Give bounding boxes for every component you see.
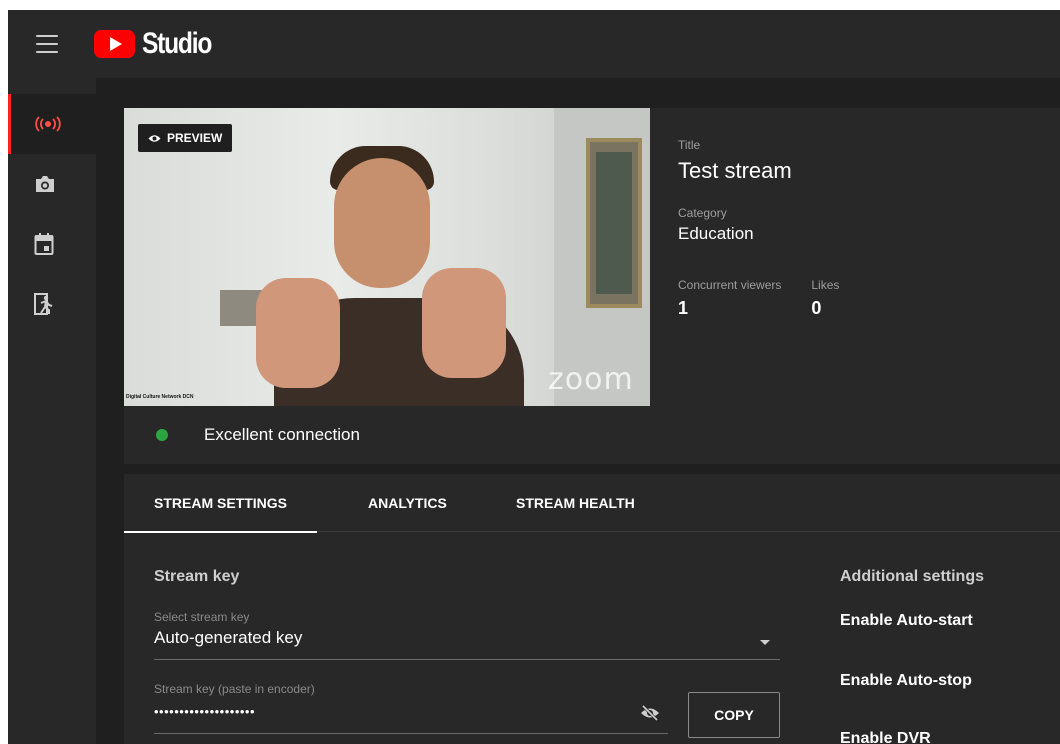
exit-icon: [34, 293, 53, 315]
dvr-toggle[interactable]: Enable DVR: [840, 730, 931, 744]
connection-status: Excellent connection: [124, 406, 1060, 464]
camera-icon: [36, 176, 54, 192]
category-label: Category: [678, 206, 727, 220]
stream-stats: Concurrent viewers 1 Likes 0: [678, 278, 839, 319]
likes-value: 0: [811, 298, 822, 318]
main-content: zoom Digital Culture Network DCN PREVIEW…: [124, 108, 1060, 744]
likes-stat: Likes 0: [811, 278, 839, 319]
select-stream-key-value: Auto-generated key: [154, 628, 303, 647]
auto-start-toggle[interactable]: Enable Auto-start: [840, 612, 973, 630]
stream-preview-card: zoom Digital Culture Network DCN PREVIEW…: [124, 108, 1060, 464]
calendar-icon: [34, 233, 54, 255]
stream-preview-video[interactable]: zoom Digital Culture Network DCN PREVIEW: [124, 108, 650, 406]
viewers-stat: Concurrent viewers 1: [678, 278, 781, 319]
video-watermark: zoom: [548, 362, 634, 397]
studio-app: Studio zoom Digital Culture Network DCN …: [8, 10, 1060, 744]
menu-icon[interactable]: [36, 35, 58, 53]
title-label: Title: [678, 138, 701, 152]
connection-status-dot: [156, 429, 168, 441]
stream-title: Test stream: [678, 158, 792, 183]
eye-icon: [148, 134, 161, 142]
video-caption: Digital Culture Network DCN: [126, 394, 194, 400]
stream-info: Title Test stream Category Education: [678, 138, 792, 244]
select-stream-key-label: Select stream key: [154, 610, 250, 624]
stream-key-value: ••••••••••••••••••••: [154, 704, 256, 719]
left-rail: [8, 78, 96, 744]
tab-analytics[interactable]: ANALYTICS: [368, 474, 447, 532]
copy-button[interactable]: COPY: [688, 692, 780, 738]
live-icon: [35, 116, 61, 132]
preview-badge: PREVIEW: [138, 124, 233, 152]
stream-category: Education: [678, 224, 754, 243]
stream-key-label: Stream key (paste in encoder): [154, 682, 315, 696]
studio-logo[interactable]: Studio: [94, 27, 226, 60]
additional-settings-title: Additional settings: [840, 568, 984, 585]
rail-item-manage[interactable]: [8, 214, 96, 274]
stream-settings-panel: STREAM SETTINGS ANALYTICS STREAM HEALTH …: [124, 474, 1060, 744]
preview-label: PREVIEW: [167, 131, 223, 145]
rail-item-exit[interactable]: [8, 274, 96, 334]
app-name: Studio: [142, 27, 212, 60]
rail-item-stream[interactable]: [8, 94, 96, 154]
visibility-off-icon[interactable]: [640, 704, 660, 722]
likes-label: Likes: [811, 278, 840, 292]
youtube-logo-icon: [94, 30, 135, 58]
connection-status-text: Excellent connection: [204, 425, 360, 444]
auto-stop-toggle[interactable]: Enable Auto-stop: [840, 672, 972, 690]
tab-stream-settings[interactable]: STREAM SETTINGS: [124, 474, 318, 533]
chevron-down-icon: [760, 640, 770, 645]
tab-stream-health[interactable]: STREAM HEALTH: [516, 474, 635, 532]
viewers-value: 1: [678, 298, 689, 318]
top-bar: Studio: [8, 10, 1060, 78]
rail-item-webcam[interactable]: [8, 154, 96, 214]
viewers-label: Concurrent viewers: [678, 278, 782, 292]
stream-key-title: Stream key: [154, 568, 240, 585]
settings-tabs: STREAM SETTINGS ANALYTICS STREAM HEALTH: [124, 474, 1060, 533]
